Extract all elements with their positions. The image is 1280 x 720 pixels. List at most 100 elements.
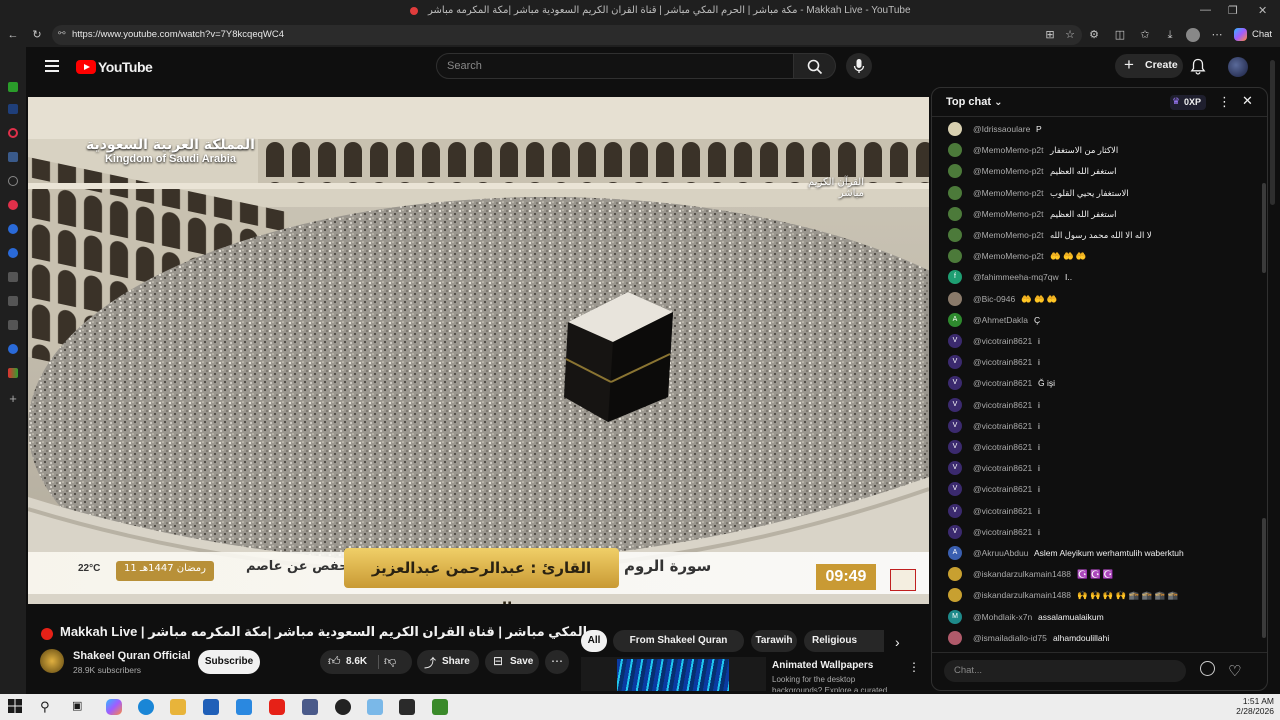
youtube-taskbar-icon[interactable]: [269, 699, 285, 715]
chat-author-avatar[interactable]: [948, 228, 962, 242]
copilot-button[interactable]: Chat: [1232, 26, 1276, 44]
system-clock[interactable]: 1:51 AM 2/28/2026: [1220, 696, 1274, 716]
chat-author-name[interactable]: @Bic-0946: [973, 294, 1015, 304]
address-bar[interactable]: ⚯ https://www.youtube.com/watch?v=7Y8kcq…: [52, 25, 1082, 45]
recommendation-title[interactable]: Animated Wallpapers: [772, 660, 873, 671]
recommendation-thumbnail[interactable]: [581, 657, 766, 691]
sidebar-app-icon[interactable]: [8, 248, 18, 258]
sidebar-app-icon[interactable]: [8, 320, 18, 330]
save-button[interactable]: ⊟ Save: [485, 650, 539, 674]
sidebar-app-icon[interactable]: [8, 82, 18, 92]
chat-author-avatar[interactable]: V: [948, 503, 962, 518]
chat-author-avatar[interactable]: V: [948, 461, 962, 476]
emoji-icon[interactable]: [1200, 661, 1215, 676]
search-button[interactable]: [794, 53, 836, 79]
chat-author-name[interactable]: @vicotrain8621: [973, 336, 1032, 346]
chip-tarawih[interactable]: Tarawih: [751, 630, 797, 652]
chat-author-name[interactable]: @MemoMemo-p2t: [973, 230, 1044, 240]
favorite-star-icon[interactable]: ☆: [1063, 28, 1077, 42]
downloads-icon[interactable]: ⤓: [1163, 28, 1177, 42]
chat-author-avatar[interactable]: [948, 206, 962, 221]
maximize-button[interactable]: ❐: [1228, 4, 1238, 17]
chat-author-name[interactable]: @vicotrain8621: [973, 421, 1032, 431]
notifications-button[interactable]: [1190, 58, 1206, 75]
chat-author-name[interactable]: @vicotrain8621: [973, 378, 1032, 388]
chat-author-name[interactable]: @vicotrain8621: [973, 357, 1032, 367]
more-menu-icon[interactable]: ⋯: [1210, 28, 1224, 42]
capcut-icon[interactable]: [399, 699, 415, 715]
sidebar-app-icon[interactable]: [8, 200, 18, 210]
refresh-icon[interactable]: ↻: [30, 28, 44, 42]
sidebar-app-icon[interactable]: [8, 368, 18, 378]
chat-scrollbar-thumb[interactable]: [1262, 518, 1266, 638]
sidebar-app-icon[interactable]: [8, 296, 18, 306]
chat-author-name[interactable]: @MemoMemo-p2t: [973, 209, 1044, 219]
app-taskbar-icon[interactable]: [335, 699, 351, 715]
chat-mode-dropdown[interactable]: Top chat ⌄: [946, 96, 1002, 108]
chat-author-avatar[interactable]: V: [948, 376, 962, 391]
chat-author-avatar[interactable]: [948, 185, 962, 200]
menu-hamburger-icon[interactable]: [45, 60, 59, 72]
taskbar-search-icon[interactable]: ⚲: [40, 699, 56, 715]
chat-author-name[interactable]: @MemoMemo-p2t: [973, 251, 1044, 261]
app-taskbar-icon[interactable]: [432, 699, 448, 715]
channel-name[interactable]: Shakeel Quran Official: [73, 650, 190, 662]
chat-author-avatar[interactable]: A: [948, 312, 962, 327]
chat-author-name[interactable]: @vicotrain8621: [973, 442, 1032, 452]
video-player[interactable]: المملكة العربية السعودية Kingdom of Saud…: [28, 97, 929, 604]
heart-reaction-icon[interactable]: ♡: [1228, 662, 1241, 680]
mail-icon[interactable]: [236, 699, 252, 715]
chat-author-name[interactable]: @vicotrain8621: [973, 484, 1032, 494]
page-scrollbar[interactable]: [1270, 60, 1275, 205]
chat-author-name[interactable]: @vicotrain8621: [973, 527, 1032, 537]
chat-author-avatar[interactable]: M: [948, 609, 962, 624]
chat-author-name[interactable]: @vicotrain8621: [973, 463, 1032, 473]
sidebar-app-icon[interactable]: [8, 224, 18, 234]
chat-input[interactable]: Chat...: [944, 660, 1215, 682]
edge-taskbar-icon[interactable]: [138, 699, 154, 715]
more-actions-button[interactable]: ⋯: [545, 650, 569, 674]
create-button[interactable]: + Create: [1115, 54, 1183, 78]
chat-author-avatar[interactable]: [948, 567, 962, 582]
extensions-icon[interactable]: ⚙: [1087, 28, 1101, 42]
close-window-button[interactable]: ✕: [1258, 4, 1267, 17]
chat-more-icon[interactable]: ⋮: [1218, 94, 1231, 110]
chip-all[interactable]: All: [581, 630, 607, 652]
chat-author-avatar[interactable]: V: [948, 397, 962, 412]
sidebar-app-icon[interactable]: [8, 128, 18, 138]
profile-avatar[interactable]: [1186, 28, 1200, 42]
sidebar-app-icon[interactable]: [8, 272, 18, 282]
windows-start-icon[interactable]: [8, 699, 24, 715]
chat-author-avatar[interactable]: [948, 122, 962, 136]
chat-author-name[interactable]: @ismailadiallo-id75: [973, 633, 1047, 643]
like-button[interactable]: 👍︎ 8.6K: [320, 650, 378, 674]
chat-author-avatar[interactable]: [948, 143, 962, 158]
chat-author-avatar[interactable]: A: [948, 546, 962, 560]
copilot-taskbar-icon[interactable]: [106, 699, 122, 715]
channel-avatar[interactable]: [40, 649, 64, 673]
chat-author-avatar[interactable]: V: [948, 482, 962, 497]
chip-religious-recitation[interactable]: Religious recitat: [804, 630, 884, 652]
dislike-button[interactable]: 👎︎: [384, 654, 396, 669]
chat-scrollbar[interactable]: [1262, 183, 1266, 273]
chat-author-name[interactable]: @Mohdlaik-x7n: [973, 612, 1032, 622]
chat-author-name[interactable]: @MemoMemo-p2t: [973, 145, 1044, 155]
file-explorer-icon[interactable]: [170, 699, 186, 715]
app-taskbar-icon[interactable]: [302, 699, 318, 715]
recommendation-menu-icon[interactable]: ⋮: [908, 660, 920, 674]
chat-author-avatar[interactable]: [948, 164, 962, 179]
share-button[interactable]: ⤴ Share: [417, 650, 479, 674]
chat-author-name[interactable]: @vicotrain8621: [973, 400, 1032, 410]
account-avatar[interactable]: [1228, 57, 1248, 77]
close-chat-icon[interactable]: ✕: [1242, 93, 1253, 109]
chat-author-avatar[interactable]: [948, 588, 962, 603]
chat-author-avatar[interactable]: V: [948, 440, 962, 454]
subscribe-button[interactable]: Subscribe: [198, 650, 260, 674]
search-input[interactable]: Search: [436, 53, 794, 79]
chat-author-name[interactable]: @AhmetDakla: [973, 315, 1028, 325]
chat-author-avatar[interactable]: f: [948, 270, 962, 285]
chat-author-avatar[interactable]: V: [948, 334, 962, 348]
chat-author-name[interactable]: @fahimmeeha-mq7qw: [973, 272, 1059, 282]
chat-author-name[interactable]: @MemoMemo-p2t: [973, 188, 1044, 198]
chat-author-avatar[interactable]: [948, 249, 962, 264]
